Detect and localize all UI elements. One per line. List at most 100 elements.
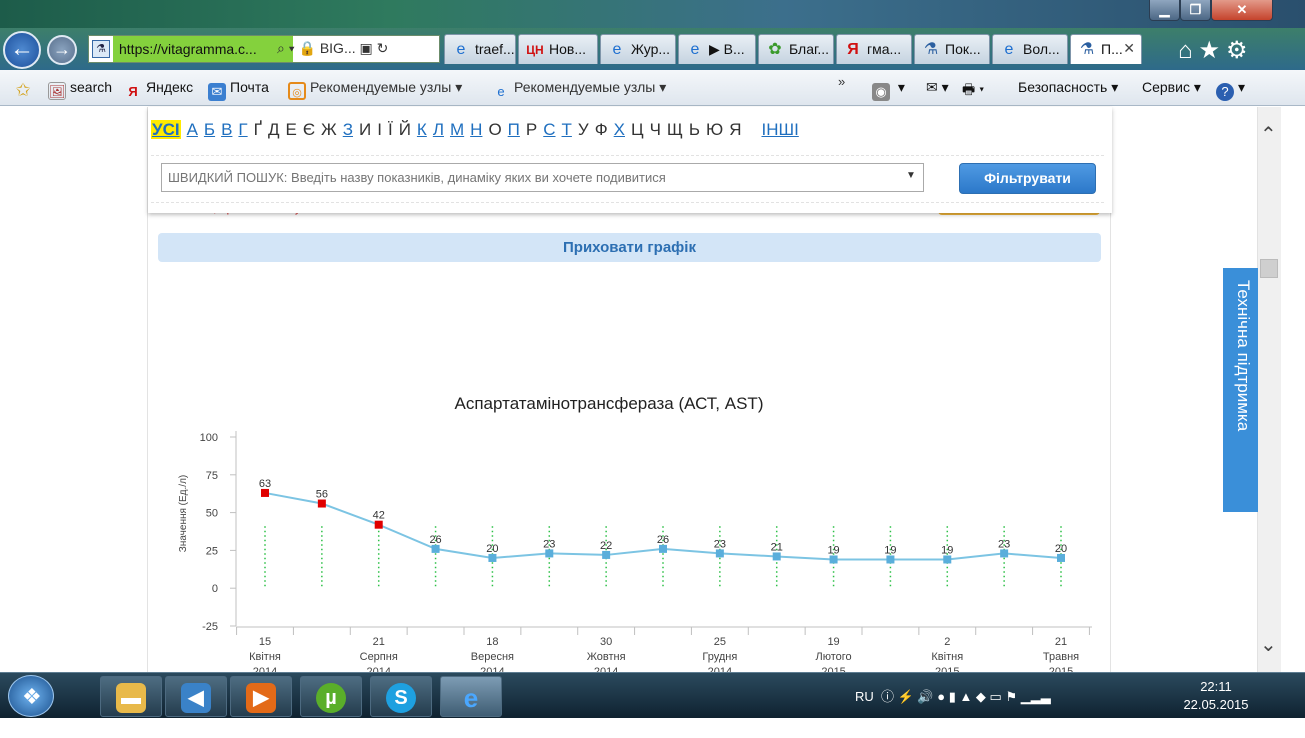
letter-filter-item[interactable]: Л: [433, 120, 444, 139]
letter-filter-item: Ю: [706, 120, 724, 139]
quick-search-input[interactable]: [161, 163, 924, 192]
letter-filter-item[interactable]: В: [221, 120, 232, 139]
security-menu[interactable]: Безопасность ▾: [1018, 79, 1118, 96]
x-tick-label: 19: [827, 636, 839, 648]
data-point: [374, 520, 383, 529]
tab-label: П...: [1101, 41, 1123, 57]
browser-tab[interactable]: e Жур...: [600, 34, 676, 64]
certificate-label[interactable]: BIG...: [320, 40, 356, 56]
letter-filter-item: Й: [398, 120, 411, 139]
browser-tab[interactable]: ✿ Благ...: [758, 34, 834, 64]
letter-filter-item: Я: [729, 120, 742, 139]
data-point: [829, 555, 838, 564]
browser-tab-active[interactable]: ⚗ П... ✕: [1070, 34, 1142, 64]
maximize-button[interactable]: ❐: [1180, 0, 1211, 21]
letter-filter-item[interactable]: А: [187, 120, 198, 139]
filter-button[interactable]: Фільтрувати: [959, 163, 1096, 194]
scroll-up-arrow-icon[interactable]: ⌃: [1260, 122, 1277, 147]
scroll-thumb[interactable]: [1260, 259, 1278, 278]
fav-label: Яндекс: [146, 79, 194, 95]
data-point: [602, 550, 611, 559]
favorites-star-icon[interactable]: ★: [1199, 37, 1227, 64]
letter-filter-item[interactable]: Б: [204, 120, 215, 139]
print-icon[interactable]: 🖶 ▾: [962, 79, 984, 103]
settings-gear-icon[interactable]: ⚙: [1226, 37, 1254, 64]
language-indicator[interactable]: RU: [855, 689, 874, 704]
x-tick-label: 30: [600, 636, 612, 648]
windows-logo-icon: ❖: [22, 684, 42, 709]
browser-tab[interactable]: e traef...: [444, 34, 516, 64]
flask-icon: ⚗: [923, 41, 939, 58]
letter-filter-item: Д: [267, 120, 280, 139]
bottom-strip: [0, 718, 1305, 738]
ie-icon: e: [463, 683, 479, 713]
letter-filter-all[interactable]: УСІ: [151, 120, 181, 139]
data-label: 22: [600, 540, 612, 552]
start-button[interactable]: ❖: [8, 675, 54, 717]
audio-taskbar-button[interactable]: ◀: [165, 676, 227, 717]
fav-yandex[interactable]: Я Яндекс: [124, 79, 193, 101]
address-bar[interactable]: ⚗ https://vitagramma.c... ⌕ ▾ 🔒 BIG... ▣…: [88, 35, 440, 63]
fav-search[interactable]: 🖼 search: [48, 79, 112, 100]
help-icon[interactable]: ? ▾: [1216, 79, 1245, 101]
data-point: [943, 555, 952, 564]
speaker-icon: ◀: [181, 683, 211, 713]
address-url[interactable]: https://vitagramma.c...: [119, 41, 257, 57]
browser-tab[interactable]: e Вол...: [992, 34, 1068, 64]
forward-button[interactable]: →: [47, 35, 77, 65]
chevron-more-icon[interactable]: »: [838, 74, 845, 89]
read-mail-icon[interactable]: ✉ ▾: [926, 79, 949, 96]
browser-tab[interactable]: ⚗ Пок...: [914, 34, 990, 64]
fav-mail[interactable]: ✉ Почта: [208, 79, 269, 101]
y-tick-label: 100: [200, 432, 218, 444]
browser-tab[interactable]: e ▶ В...: [678, 34, 756, 64]
tab-label: Жур...: [631, 41, 671, 57]
tray-icons[interactable]: ⓘ ⚡ 🔊 ● ▮ ▲ ◆ ▭ ⚑ ▁▂▃: [877, 689, 1051, 704]
data-point: [488, 553, 497, 562]
letter-filter-item: И: [359, 120, 372, 139]
fav-suggested-sites[interactable]: ◎ Рекомендуемые узлы ▾: [288, 79, 462, 100]
tab-label: Вол...: [1023, 41, 1060, 57]
scroll-down-arrow-icon[interactable]: ⌄: [1260, 632, 1277, 657]
dropdown-caret-icon[interactable]: ▼: [906, 170, 916, 181]
data-point: [659, 544, 667, 553]
letter-filter-item[interactable]: Х: [614, 120, 625, 139]
skype-taskbar-button[interactable]: S: [370, 676, 432, 717]
letter-filter-item[interactable]: П: [508, 120, 520, 139]
x-tick-label: 25: [714, 636, 726, 648]
letter-filter-item[interactable]: К: [417, 120, 427, 139]
service-menu[interactable]: Сервис ▾: [1142, 79, 1201, 96]
scrollbar[interactable]: [1257, 107, 1281, 672]
clock[interactable]: 22:11 22.05.2015: [1176, 678, 1256, 714]
letter-filter-item[interactable]: С: [543, 120, 555, 139]
add-favorite-icon[interactable]: ✩: [14, 79, 36, 99]
utorrent-taskbar-button[interactable]: µ: [300, 676, 362, 717]
media-taskbar-button[interactable]: ▶: [230, 676, 292, 717]
data-point: [545, 549, 554, 558]
utorrent-icon: µ: [316, 683, 346, 713]
data-label: 26: [429, 534, 441, 546]
explorer-taskbar-button[interactable]: ▬: [100, 676, 162, 717]
home-icon[interactable]: ⌂: [1178, 37, 1199, 64]
ie-taskbar-button[interactable]: e: [440, 676, 502, 717]
letter-filter-item[interactable]: М: [450, 120, 464, 139]
letter-filter-item[interactable]: Т: [562, 120, 572, 139]
letter-filter-item: Щ: [666, 120, 683, 139]
tab-label: Благ...: [789, 41, 830, 57]
address-tools[interactable]: ⌕ ▾ 🔒 BIG... ▣ ↻: [277, 40, 388, 57]
x-tick-label: Квітня: [931, 651, 963, 663]
hide-chart-button[interactable]: Приховати графік: [158, 233, 1101, 262]
minimize-button[interactable]: ▁: [1149, 0, 1180, 21]
letter-filter-item[interactable]: Н: [470, 120, 482, 139]
letter-filter-other[interactable]: ІНШІ: [761, 120, 798, 139]
back-button[interactable]: ←: [3, 31, 41, 69]
tech-support-tab[interactable]: Технічна підтримка: [1223, 268, 1258, 512]
close-window-button[interactable]: ✕: [1211, 0, 1273, 21]
fav-suggested-sites-2[interactable]: e Рекомендуемые узлы ▾: [492, 79, 666, 101]
letter-filter-item[interactable]: Г: [238, 120, 247, 139]
letter-filter-item[interactable]: З: [343, 120, 353, 139]
browser-tab[interactable]: ЦН Нов...: [518, 34, 598, 64]
browser-tab[interactable]: Ягма...: [836, 34, 912, 64]
rss-feed-icon[interactable]: ◉ ▾: [872, 79, 905, 101]
tab-close-icon[interactable]: ✕: [1123, 40, 1135, 57]
